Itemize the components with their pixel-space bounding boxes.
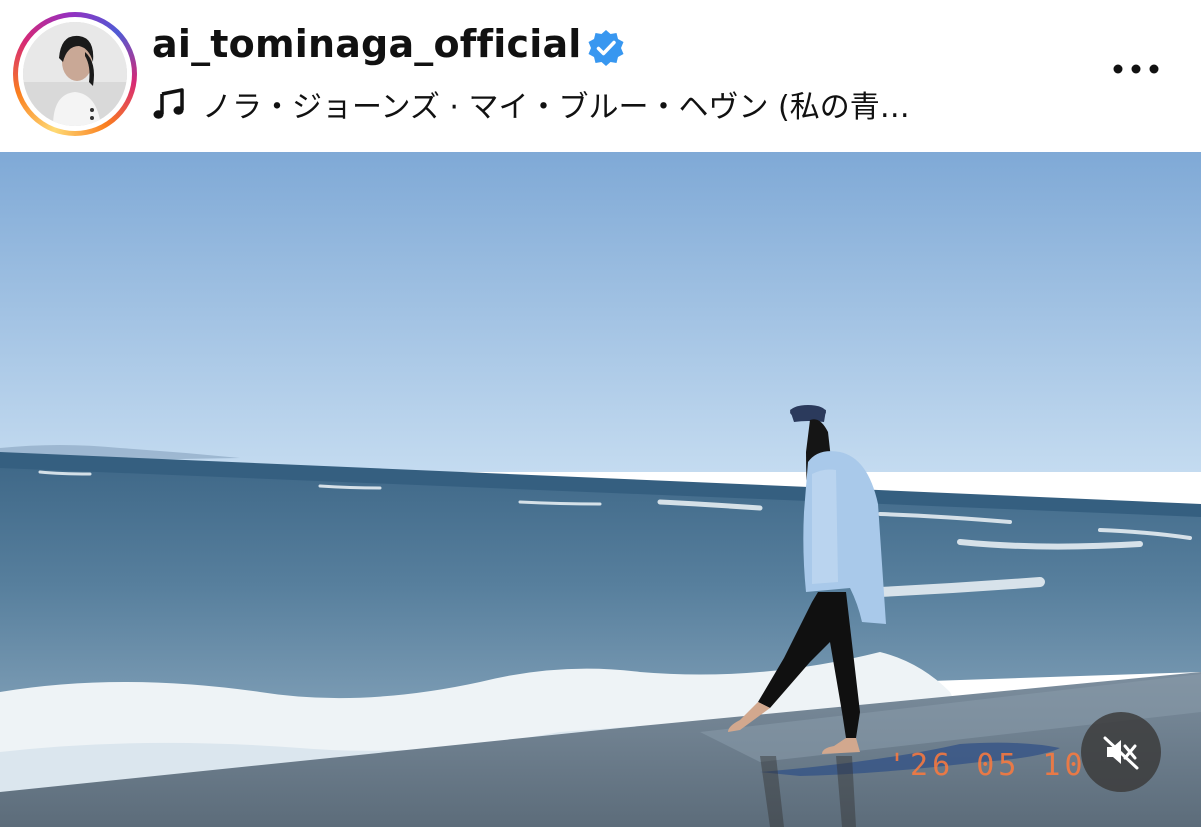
muted-speaker-icon [1103,736,1139,770]
verified-badge-icon [588,30,624,66]
music-note-icon [153,88,184,119]
music-attribution[interactable]: ノラ・ジョーンズ · マイ・ブルー・ヘヴン (私の青… [152,82,910,126]
post-header: ai_tominaga_official ノラ・ジョーンズ · マイ・ブルー・ヘ… [0,0,1201,152]
username[interactable]: ai_tominaga_official [152,22,582,66]
avatar[interactable] [23,22,127,126]
mute-button[interactable] [1081,712,1161,792]
music-label: ノラ・ジョーンズ · マイ・ブルー・ヘヴン (私の青… [202,90,910,125]
more-options-icon[interactable] [1108,54,1164,84]
post-media[interactable] [0,152,1201,827]
avatar-image [23,22,127,126]
beach-photo [0,152,1201,827]
date-stamp: '26 05 10 [888,748,1087,783]
story-ring[interactable] [13,12,137,136]
